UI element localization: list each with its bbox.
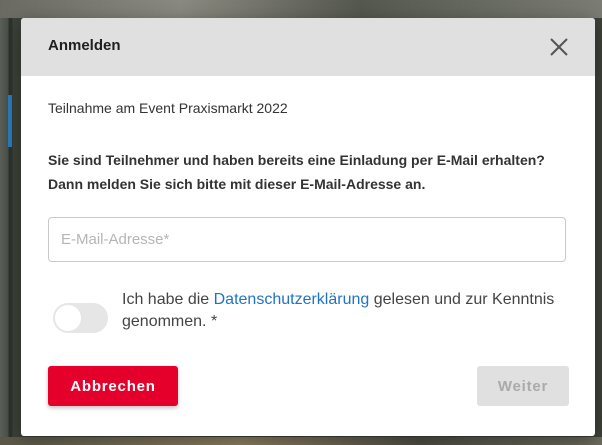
dialog-title: Anmelden — [48, 37, 121, 54]
cancel-button[interactable]: Abbrechen — [48, 366, 178, 406]
consent-text-before: Ich habe die — [122, 291, 214, 308]
privacy-policy-link[interactable]: Datenschutzerklärung — [214, 291, 370, 308]
next-button[interactable]: Weiter — [477, 366, 569, 406]
login-dialog: Anmelden Teilnahme am Event Praxismarkt … — [21, 18, 595, 436]
close-icon — [550, 38, 568, 56]
background-accent-bar — [8, 95, 12, 147]
privacy-consent-label: Ich habe die Datenschutzerklärung gelese… — [122, 289, 562, 333]
toggle-knob — [55, 305, 81, 331]
privacy-consent-toggle[interactable] — [53, 303, 108, 333]
email-field[interactable] — [48, 217, 566, 262]
event-subtitle: Teilnahme am Event Praxismarkt 2022 — [48, 100, 288, 116]
close-button[interactable] — [545, 33, 573, 61]
background-image-bottom — [0, 437, 602, 445]
background-image-top — [0, 0, 602, 18]
dialog-header: Anmelden — [21, 18, 595, 76]
login-instructions: Sie sind Teilnehmer und haben bereits ei… — [48, 152, 545, 192]
